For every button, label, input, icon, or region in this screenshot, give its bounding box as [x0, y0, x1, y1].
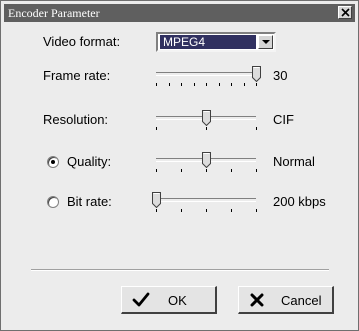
slider-track	[156, 198, 256, 202]
slider-thumb[interactable]	[252, 66, 261, 82]
slider-thumb[interactable]	[152, 192, 161, 208]
slider-tick	[256, 169, 257, 172]
window-title: Encoder Parameter	[8, 6, 100, 20]
slider-ticks	[156, 169, 257, 172]
slider-tick	[206, 209, 207, 212]
slider-ticks	[156, 209, 257, 212]
slider-tick	[206, 127, 207, 130]
slider-tick	[231, 83, 232, 86]
dropdown-button[interactable]	[258, 35, 273, 49]
resolution-value: CIF	[273, 112, 294, 127]
frame-rate-slider[interactable]	[156, 66, 266, 86]
slider-ticks	[156, 83, 257, 86]
bit-rate-slider[interactable]	[152, 192, 266, 212]
slider-tick	[243, 83, 245, 86]
close-button[interactable]	[338, 6, 352, 19]
quality-value: Normal	[273, 154, 315, 169]
frame-rate-value: 30	[273, 68, 288, 83]
bit-rate-radio[interactable]	[47, 196, 59, 208]
slider-tick	[256, 127, 257, 130]
slider-tick	[231, 169, 232, 172]
close-icon	[341, 8, 350, 17]
resolution-label: Resolution:	[43, 112, 109, 127]
slider-tick	[181, 209, 182, 212]
title-bar[interactable]: Encoder Parameter	[4, 4, 355, 22]
slider-tick	[256, 83, 257, 86]
chevron-down-icon	[262, 40, 270, 44]
slider-tick	[168, 83, 170, 86]
quality-slider[interactable]	[156, 152, 266, 172]
cancel-button[interactable]: Cancel	[238, 286, 334, 314]
checkmark-icon	[132, 292, 150, 307]
slider-tick	[206, 169, 207, 172]
slider-tick	[156, 83, 157, 86]
slider-tick	[156, 209, 157, 212]
quality-radio[interactable]	[47, 156, 59, 168]
slider-tick	[193, 83, 195, 86]
slider-tick	[181, 83, 182, 86]
slider-thumb[interactable]	[202, 110, 211, 126]
slider-tick	[256, 209, 257, 212]
slider-tick	[218, 83, 220, 86]
video-format-select[interactable]: MPEG4	[156, 32, 276, 52]
ok-button[interactable]: OK	[121, 286, 217, 314]
resolution-slider[interactable]	[156, 110, 266, 130]
slider-tick	[156, 169, 157, 172]
cancel-label: Cancel	[281, 293, 322, 308]
slider-tick	[156, 127, 157, 130]
slider-ticks	[156, 127, 257, 130]
slider-tick	[181, 169, 182, 172]
video-format-value: MPEG4	[160, 35, 256, 49]
slider-tick	[206, 83, 207, 86]
slider-track	[156, 72, 256, 76]
slider-tick	[231, 209, 232, 212]
separator	[31, 269, 329, 271]
quality-label[interactable]: Quality:	[67, 154, 111, 169]
encoder-parameter-dialog: Encoder Parameter Video format: MPEG4 Fr…	[0, 0, 359, 331]
ok-label: OK	[168, 293, 187, 308]
video-format-label: Video format:	[43, 34, 121, 49]
bit-rate-value: 200 kbps	[273, 194, 326, 209]
x-icon	[250, 293, 264, 307]
slider-thumb[interactable]	[202, 152, 211, 168]
frame-rate-label: Frame rate:	[43, 68, 111, 83]
bit-rate-label[interactable]: Bit rate:	[67, 194, 112, 209]
